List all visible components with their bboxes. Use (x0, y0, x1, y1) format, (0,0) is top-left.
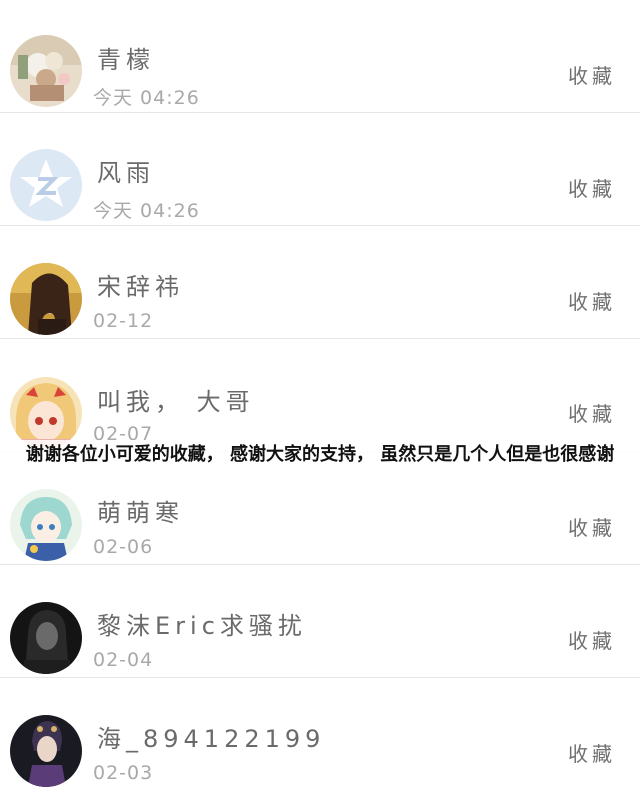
timestamp: 02-04 (93, 649, 154, 671)
contact-name: 黎沫Eric求骚扰 (97, 612, 307, 640)
favorites-list: 青檬 今天 04:26 收藏 风雨 今天 04:26 收藏 宋辞祎 02-12 … (0, 0, 640, 808)
timestamp: 02-06 (93, 536, 154, 558)
girl-photo-avatar[interactable] (10, 263, 82, 335)
timestamp: 今天 04:26 (93, 200, 200, 222)
list-item[interactable]: 青檬 今天 04:26 收藏 (0, 0, 640, 113)
contact-name: 青檬 (97, 46, 155, 74)
costume-portrait-avatar[interactable] (10, 715, 82, 787)
favorite-button[interactable]: 收藏 (568, 512, 616, 541)
favorite-button[interactable]: 收藏 (568, 738, 616, 767)
anime-girl-avatar[interactable] (10, 377, 82, 449)
contact-name: 叫我， 大哥 (97, 388, 255, 416)
list-item[interactable]: 黎沫Eric求骚扰 02-04 收藏 (0, 565, 640, 678)
contact-name: 萌萌寒 (97, 499, 184, 527)
list-item[interactable]: 宋辞祎 02-12 收藏 (0, 226, 640, 339)
overlay-caption: 谢谢各位小可爱的收藏， 感谢大家的支持， 虽然只是几个人但是也很感谢 (0, 440, 640, 470)
dark-portrait-avatar[interactable] (10, 602, 82, 674)
timestamp: 今天 04:26 (93, 87, 200, 109)
favorite-button[interactable]: 收藏 (568, 60, 616, 89)
list-item[interactable]: 叫我， 大哥 02-07 收藏 (0, 339, 640, 452)
favorite-button[interactable]: 收藏 (568, 398, 616, 427)
favorite-button[interactable]: 收藏 (568, 286, 616, 315)
list-item[interactable]: 海_894122199 02-03 收藏 (0, 678, 640, 791)
favorite-button[interactable]: 收藏 (568, 173, 616, 202)
qzone-default-avatar[interactable] (10, 149, 82, 221)
timestamp: 02-12 (93, 310, 154, 332)
flower-avatar[interactable] (10, 35, 82, 107)
list-item[interactable]: 风雨 今天 04:26 收藏 (0, 113, 640, 226)
contact-name: 风雨 (97, 159, 155, 187)
favorite-button[interactable]: 收藏 (568, 625, 616, 654)
timestamp: 02-03 (93, 762, 154, 784)
contact-name: 海_894122199 (97, 725, 326, 753)
contact-name: 宋辞祎 (97, 273, 184, 301)
anime-character-avatar[interactable] (10, 489, 82, 561)
